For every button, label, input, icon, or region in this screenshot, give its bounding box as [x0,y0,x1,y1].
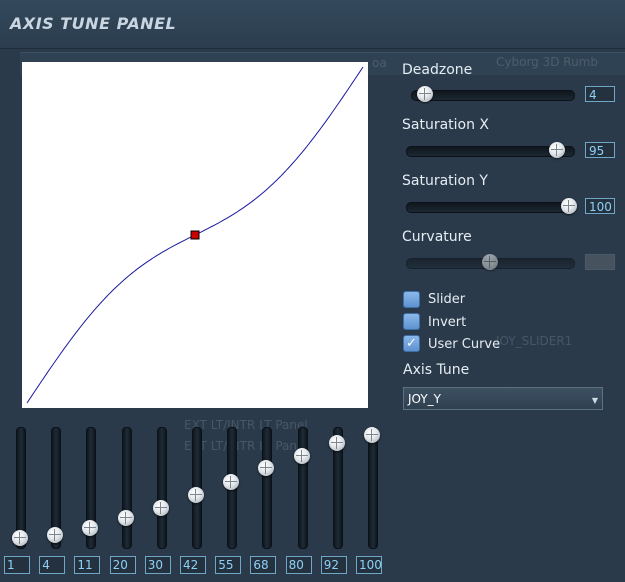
curve-point-slider-handle[interactable] [223,473,240,490]
background-tab-label: Cyborg 3D Rumb [496,55,598,69]
curve-point-value[interactable]: 68 [250,556,277,574]
curve-point-slider[interactable] [116,427,138,549]
saturation-y-slider-track[interactable] [406,202,575,213]
deadzone-value[interactable]: 4 [585,86,615,102]
curve-point-value[interactable]: 100 [356,556,382,574]
curve-point-slider[interactable] [292,427,314,549]
deadzone-label: Deadzone [402,62,473,78]
slider-checkbox[interactable] [403,291,420,308]
user-curve-checkbox[interactable]: ✓ [403,335,420,352]
curve-point-slider[interactable] [186,427,208,549]
curve-point-slider[interactable] [45,427,67,549]
curve-point-slider-track[interactable] [121,427,132,549]
curve-point-slider-handle[interactable] [328,435,345,452]
curve-point-slider-handle[interactable] [364,427,380,443]
curve-point-value[interactable]: 30 [144,556,171,574]
saturation-y-slider-handle[interactable] [561,198,577,214]
background-text-joy-slider: JOY_SLIDER1 [496,334,573,348]
curve-point-value[interactable]: 42 [180,556,206,574]
invert-checkbox-label: Invert [428,315,467,330]
panel-title: AXIS TUNE PANEL [10,14,177,33]
saturation-x-value[interactable]: 95 [585,142,615,158]
curve-point-slider[interactable] [10,427,32,549]
deadzone-slider-track[interactable] [411,90,575,101]
curve-point-value[interactable]: 4 [39,556,66,574]
curve-point-slider-track[interactable] [368,427,378,549]
curve-point-slider-handle[interactable] [12,529,28,546]
axis-tune-dropdown[interactable]: JOY_Y ▼ [403,387,603,410]
curve-point-value[interactable]: 1 [4,556,30,574]
curve-point-slider[interactable] [221,427,243,549]
axis-tune-selected-value: JOY_Y [408,392,441,406]
curve-point-value[interactable]: 80 [285,556,312,574]
curvature-slider-handle [481,254,498,270]
saturation-y-label: Saturation Y [402,173,488,189]
user-curve-checkbox-label: User Curve [428,337,501,352]
curve-point-slider-handle[interactable] [293,447,310,464]
curve-point-slider-track[interactable] [297,427,308,549]
deadzone-slider-handle[interactable] [416,86,433,102]
curve-point-slider-handle[interactable] [82,519,99,536]
saturation-x-label: Saturation X [402,117,490,133]
chevron-down-icon[interactable]: ▼ [592,396,598,405]
invert-checkbox[interactable] [403,313,420,330]
slider-checkbox-label: Slider [428,292,466,307]
curve-point-value[interactable]: 20 [109,556,136,574]
curve-editor[interactable] [22,62,368,408]
curve-point-value[interactable]: 55 [215,556,242,574]
response-curve-graph [26,66,364,404]
curve-point-slider-track[interactable] [262,427,273,549]
curve-point-slider-handle[interactable] [47,526,64,543]
curve-point-slider-handle[interactable] [152,499,169,516]
curve-point-slider[interactable] [151,427,173,549]
background-tab-fragment: oa [372,56,387,70]
curve-point-slider[interactable] [80,427,102,549]
axis-tune-label: Axis Tune [403,362,470,378]
curve-point-slider[interactable] [362,427,384,549]
curve-point-slider[interactable] [327,427,349,549]
curvature-value [585,254,615,270]
title-bar: AXIS TUNE PANEL [0,0,625,49]
curve-control-point[interactable] [190,230,200,240]
saturation-y-value[interactable]: 100 [585,198,615,214]
curve-point-value[interactable]: 11 [74,556,101,574]
curve-point-slider-handle[interactable] [117,510,134,527]
curve-point-slider-track[interactable] [156,427,167,549]
curve-point-value[interactable]: 92 [320,556,347,574]
curve-point-slider[interactable] [256,427,278,549]
curvature-label: Curvature [402,229,472,245]
